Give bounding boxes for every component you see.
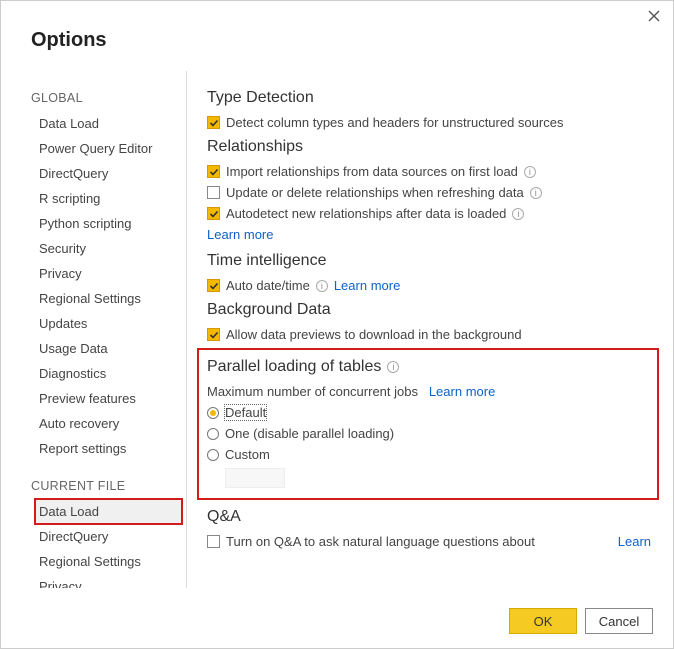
radio-custom[interactable] [207,449,219,461]
label-detect-column-types: Detect column types and headers for unst… [226,115,563,130]
link-relationships-learn-more[interactable]: Learn more [207,227,273,242]
section-parallel-loading-label: Parallel loading of tables [207,358,381,376]
sidebar-section-global: GLOBAL [31,91,186,105]
sidebar-item-privacy-global[interactable]: Privacy [35,261,186,286]
sidebar-item-security[interactable]: Security [35,236,186,261]
sidebar-item-preview-features[interactable]: Preview features [35,386,186,411]
dialog-footer: OK Cancel [509,608,653,634]
sidebar-item-diagnostics[interactable]: Diagnostics [35,361,186,386]
label-radio-custom: Custom [225,447,270,462]
cancel-button[interactable]: Cancel [585,608,653,634]
sidebar-item-r-scripting[interactable]: R scripting [35,186,186,211]
checkbox-autodetect-relationships[interactable] [207,207,220,220]
sidebar-section-current-file: CURRENT FILE [31,479,186,493]
radio-one[interactable] [207,428,219,440]
highlight-parallel-loading: Parallel loading of tables i Maximum num… [197,348,659,500]
label-qna: Turn on Q&A to ask natural language ques… [226,534,535,549]
input-custom-jobs[interactable] [225,468,285,488]
sidebar-item-directquery-current[interactable]: DirectQuery [35,524,186,549]
checkbox-qna[interactable] [207,535,220,548]
label-radio-default: Default [225,405,266,420]
label-max-concurrent-jobs: Maximum number of concurrent jobs [207,384,418,399]
sidebar-item-report-settings[interactable]: Report settings [35,436,186,461]
sidebar-item-auto-recovery[interactable]: Auto recovery [35,411,186,436]
sidebar-item-updates[interactable]: Updates [35,311,186,336]
label-update-relationships: Update or delete relationships when refr… [226,185,524,200]
content-panel[interactable]: Type Detection Detect column types and h… [186,71,659,588]
info-icon[interactable]: i [512,208,524,220]
page-title: Options [1,1,673,52]
checkbox-auto-date-time[interactable] [207,279,220,292]
section-background-data: Background Data [207,301,651,319]
checkbox-detect-column-types[interactable] [207,116,220,129]
sidebar-item-data-load-global[interactable]: Data Load [35,111,186,136]
label-radio-one: One (disable parallel loading) [225,426,394,441]
section-qna: Q&A [207,508,651,526]
sidebar-item-usage-data[interactable]: Usage Data [35,336,186,361]
checkbox-import-relationships[interactable] [207,165,220,178]
label-autodetect-relationships: Autodetect new relationships after data … [226,206,506,221]
info-icon[interactable]: i [530,187,542,199]
label-import-relationships: Import relationships from data sources o… [226,164,518,179]
link-parallel-learn-more[interactable]: Learn more [429,384,495,399]
link-qna-learn[interactable]: Learn [618,534,651,549]
section-type-detection: Type Detection [207,89,651,107]
sidebar-item-power-query-editor[interactable]: Power Query Editor [35,136,186,161]
sidebar-item-regional-global[interactable]: Regional Settings [35,286,186,311]
sidebar-item-data-load-current[interactable]: Data Load [35,499,182,524]
options-dialog: Options GLOBAL Data Load Power Query Edi… [0,0,674,649]
sidebar-item-directquery-global[interactable]: DirectQuery [35,161,186,186]
info-icon[interactable]: i [524,166,536,178]
info-icon[interactable]: i [316,280,328,292]
label-auto-date-time: Auto date/time [226,278,310,293]
ok-button[interactable]: OK [509,608,577,634]
sidebar[interactable]: GLOBAL Data Load Power Query Editor Dire… [21,71,186,588]
label-allow-previews: Allow data previews to download in the b… [226,327,522,342]
radio-default[interactable] [207,407,219,419]
checkbox-allow-previews[interactable] [207,328,220,341]
checkbox-update-relationships[interactable] [207,186,220,199]
section-parallel-loading: Parallel loading of tables i [207,358,649,376]
close-button[interactable] [647,9,663,25]
link-time-learn-more[interactable]: Learn more [334,278,400,293]
sidebar-item-privacy-current[interactable]: Privacy [35,574,186,588]
section-relationships: Relationships [207,138,651,156]
section-time-intelligence: Time intelligence [207,252,651,270]
info-icon[interactable]: i [387,361,399,373]
sidebar-item-python-scripting[interactable]: Python scripting [35,211,186,236]
sidebar-item-regional-current[interactable]: Regional Settings [35,549,186,574]
